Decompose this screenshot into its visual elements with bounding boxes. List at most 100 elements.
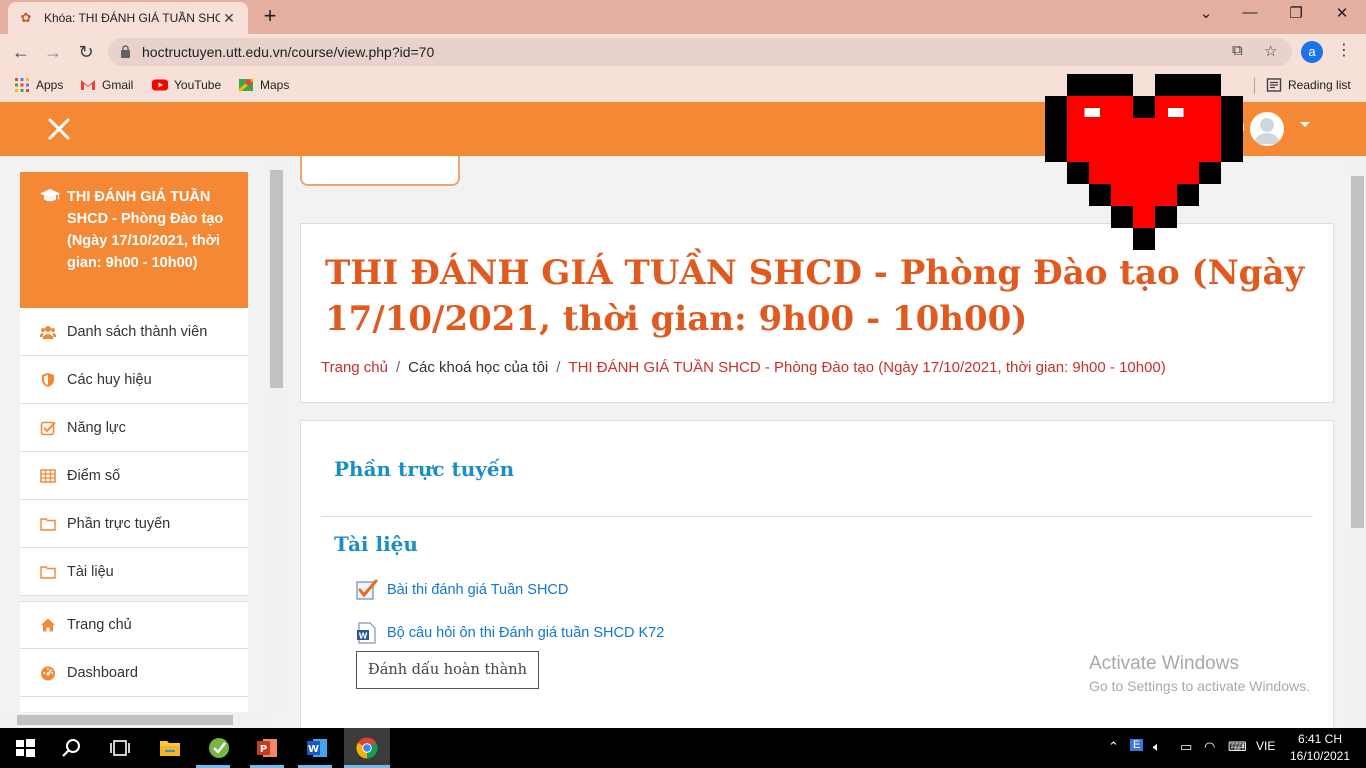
activation-watermark-title: Activate Windows (1089, 653, 1239, 674)
tab-close-icon[interactable]: ✕ (220, 10, 238, 27)
breadcrumb-separator: / (395, 359, 401, 376)
minimize-button[interactable]: — (1230, 4, 1270, 26)
chrome-icon[interactable] (355, 736, 379, 760)
pixel-heart-icon (1045, 74, 1243, 250)
bookmark-youtube[interactable]: YouTube (152, 77, 221, 93)
tray-app-icon[interactable]: E (1130, 739, 1144, 751)
word-document-icon: W (357, 622, 376, 644)
user-menu-chevron-down-icon[interactable] (1300, 122, 1310, 127)
drawer-item-label: Trang chủ (67, 617, 132, 633)
browser-menu-icon[interactable]: ⋮ (1336, 40, 1352, 60)
drawer-item-label: Các huy hiệu (67, 371, 152, 388)
url-text: hoctructuyen.utt.edu.vn/course/view.php?… (142, 44, 435, 60)
task-view-icon[interactable] (108, 736, 132, 760)
profile-avatar[interactable]: a (1301, 41, 1323, 63)
breadcrumb-current-course[interactable]: THI ĐÁNH GIÁ TUẦN SHCD - Phòng Đào tạo (… (568, 359, 1165, 376)
activity-quiz[interactable]: Bài thi đánh giá Tuần SHCD (355, 578, 568, 602)
file-explorer-icon[interactable] (158, 736, 182, 760)
input-method-icon[interactable]: ⌨ (1228, 739, 1247, 755)
new-tab-button[interactable]: + (258, 5, 282, 29)
activity-document[interactable]: W Bộ câu hỏi ôn thi Đánh giá tuần SHCD K… (355, 621, 664, 645)
activity-document-label: Bộ câu hỏi ôn thi Đánh giá tuần SHCD K72 (387, 625, 665, 641)
nav-drawer: THI ĐÁNH GIÁ TUẦN SHCD - Phòng Đào tạo (… (0, 156, 285, 728)
drawer-item-participants[interactable]: Danh sách thành viên (20, 308, 248, 356)
tray-chevron-up-icon[interactable]: ⌃ (1108, 739, 1119, 755)
reading-list-label: Reading list (1288, 78, 1351, 92)
activity-quiz-label: Bài thi đánh giá Tuần SHCD (387, 582, 569, 598)
close-window-button[interactable]: ✕ (1322, 4, 1362, 26)
language-indicator[interactable]: VIE (1256, 739, 1275, 753)
breadcrumb-my-courses[interactable]: Các khoá học của tôi (408, 359, 548, 376)
bookmark-maps[interactable]: Maps (238, 77, 289, 93)
bookmark-star-icon[interactable]: ☆ (1264, 42, 1277, 60)
site-logo[interactable]: TRANSPORT TECHNOLOGY (300, 156, 460, 186)
breadcrumb-home-link[interactable]: Trang chủ (321, 359, 388, 376)
windows-start-icon[interactable] (13, 736, 37, 760)
drawer-course-title: THI ĐÁNH GIÁ TUẦN SHCD - Phòng Đào tạo (… (67, 189, 224, 271)
clock-time: 6:41 CH (1297, 732, 1343, 746)
svg-text:W: W (308, 744, 319, 755)
section-divider (321, 516, 1313, 517)
section-title-docs[interactable]: Tài liệu (334, 532, 418, 556)
clock[interactable]: 6:41 CH 16/10/2021 (1284, 731, 1356, 765)
drawer-item-label: Phần trực tuyến (67, 515, 171, 532)
folder-icon (40, 565, 56, 579)
wifi-icon[interactable]: ◠ (1204, 739, 1215, 755)
browser-toolbar: ← → ↻ hoctructuyen.utt.edu.vn/course/vie… (0, 34, 1366, 70)
bookmark-gmail[interactable]: Gmail (80, 77, 133, 93)
address-bar[interactable]: hoctructuyen.utt.edu.vn/course/view.php?… (108, 38, 1292, 66)
bookmark-apps[interactable]: Apps (14, 77, 63, 93)
tab-search-icon[interactable]: ⌄ (1186, 4, 1226, 26)
svg-text:P: P (260, 744, 267, 755)
drawer-course-link[interactable]: THI ĐÁNH GIÁ TUẦN SHCD - Phòng Đào tạo (… (20, 172, 248, 308)
mark-as-done-button[interactable]: Đánh dấu hoàn thành (356, 651, 539, 689)
speaker-icon[interactable]: 🔈︎ (1153, 739, 1161, 755)
drawer-item-badges[interactable]: Các huy hiệu (20, 356, 248, 404)
tab-title: Khóa: THI ĐÁNH GIÁ TUẦN SHCD (44, 11, 220, 25)
search-icon[interactable] (60, 736, 84, 760)
forward-button[interactable]: → (40, 40, 66, 64)
translate-icon[interactable]: ⧉ (1232, 42, 1243, 59)
bookmark-label: YouTube (174, 78, 222, 92)
drawer-hscroll-thumb[interactable] (17, 715, 233, 725)
section-title-online[interactable]: Phần trực tuyến (334, 457, 514, 481)
breadcrumb-separator: / (556, 359, 561, 376)
page-scrollbar-thumb[interactable] (1351, 176, 1364, 528)
table-icon (40, 468, 56, 483)
drawer-item-label: Dashboard (67, 664, 138, 681)
checkbox-icon (40, 421, 56, 435)
browser-tab[interactable]: ✿ Khóa: THI ĐÁNH GIÁ TUẦN SHCD ✕ (8, 2, 248, 34)
back-button[interactable]: ← (8, 40, 34, 64)
folder-icon (40, 517, 56, 531)
maximize-button[interactable]: ❐ (1276, 4, 1316, 26)
page-title: THI ĐÁNH GIÁ TUẦN SHCD - Phòng Đào tạo (… (325, 253, 1305, 339)
drawer-item-home[interactable]: Trang chủ (20, 601, 248, 649)
battery-icon[interactable]: ▭ (1180, 739, 1192, 755)
user-avatar[interactable] (1250, 112, 1284, 146)
drawer-item-section-online[interactable]: Phần trực tuyến (20, 500, 248, 548)
close-drawer-icon[interactable] (46, 116, 72, 142)
drawer-item-section-docs[interactable]: Tài liệu (20, 548, 248, 596)
drawer-item-label: Tài liệu (67, 563, 114, 580)
user-avatar-icon (1254, 118, 1280, 144)
drawer-scrollbar-thumb[interactable] (270, 170, 283, 388)
bookmark-label: Maps (260, 78, 290, 92)
svg-text:W: W (359, 632, 368, 641)
powerpoint-icon[interactable]: P (255, 736, 279, 760)
reload-button[interactable]: ↻ (73, 40, 99, 64)
bookmark-label: Gmail (102, 78, 134, 92)
drawer-item-competencies[interactable]: Năng lực (20, 404, 248, 452)
users-icon (40, 325, 56, 339)
drawer-item-dashboard[interactable]: Dashboard (20, 649, 248, 697)
gmail-icon (81, 80, 95, 90)
maps-icon (238, 77, 254, 93)
page-header-card: THI ĐÁNH GIÁ TUẦN SHCD - Phòng Đào tạo (… (300, 223, 1334, 403)
app-green-icon[interactable] (207, 736, 231, 760)
activation-watermark-subtitle: Go to Settings to activate Windows. (1089, 678, 1310, 694)
drawer-item-grades[interactable]: Điểm số (20, 452, 248, 500)
apps-grid-icon (15, 78, 29, 92)
browser-tab-strip: ✿ Khóa: THI ĐÁNH GIÁ TUẦN SHCD ✕ + ⌄ — ❐… (0, 0, 1366, 34)
youtube-icon (152, 79, 168, 91)
word-icon[interactable]: W (305, 736, 329, 760)
reading-list-button[interactable]: Reading list (1266, 77, 1351, 93)
